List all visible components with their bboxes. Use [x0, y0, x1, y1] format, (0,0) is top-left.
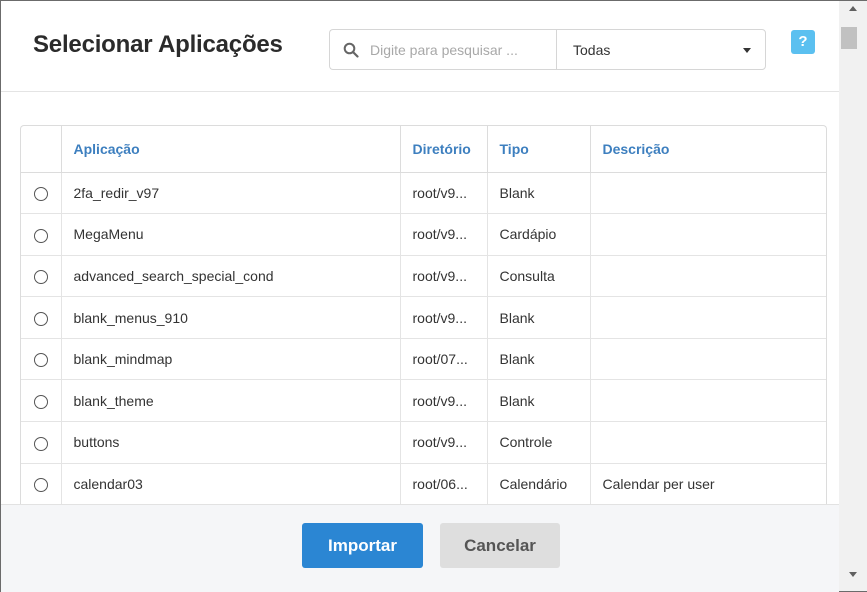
table-header-row: Aplicação Diretório Tipo Descrição: [21, 126, 826, 173]
row-radio[interactable]: [33, 270, 48, 285]
cell-application: buttons: [61, 421, 401, 464]
table-row[interactable]: calendar03 root/06... Calendário Calenda…: [21, 463, 826, 505]
cell-type: Controle: [487, 421, 591, 464]
cell-directory: root/07...: [400, 338, 488, 381]
row-radio[interactable]: [33, 478, 48, 493]
cell-application: blank_theme: [61, 379, 401, 423]
cell-description: [590, 296, 826, 339]
select-applications-dialog: Selecionar Aplicações Todas ?: [0, 0, 867, 592]
dialog-footer: Importar Cancelar: [1, 504, 839, 592]
scroll-down-arrow-icon[interactable]: [849, 572, 857, 577]
cell-application: blank_menus_910: [61, 296, 401, 339]
row-select-cell: [21, 463, 62, 505]
column-header-description[interactable]: Descrição: [590, 126, 826, 173]
column-header-type[interactable]: Tipo: [487, 126, 591, 173]
cell-directory: root/v9...: [400, 255, 488, 298]
cell-application: 2fa_redir_v97: [61, 172, 401, 215]
search-icon: [343, 42, 359, 58]
cell-description: [590, 172, 826, 215]
table-row[interactable]: 2fa_redir_v97 root/v9... Blank: [21, 172, 826, 215]
row-select-cell: [21, 172, 62, 215]
vertical-scrollbar[interactable]: [839, 1, 867, 591]
cell-directory: root/v9...: [400, 172, 488, 215]
cell-directory: root/v9...: [400, 379, 488, 423]
table-row[interactable]: buttons root/v9... Controle: [21, 421, 826, 464]
row-select-cell: [21, 213, 62, 256]
column-header-application[interactable]: Aplicação: [61, 126, 401, 173]
cell-directory: root/v9...: [400, 421, 488, 464]
cell-description: Calendar per user: [590, 463, 826, 505]
import-button[interactable]: Importar: [302, 523, 423, 568]
row-radio[interactable]: [33, 394, 48, 409]
row-radio[interactable]: [33, 186, 48, 201]
cell-description: [590, 255, 826, 298]
applications-table: Aplicação Diretório Tipo Descrição 2fa_r…: [20, 125, 827, 505]
cell-description: [590, 338, 826, 381]
row-radio[interactable]: [33, 436, 48, 451]
row-radio[interactable]: [33, 228, 48, 243]
table-row[interactable]: blank_menus_910 root/v9... Blank: [21, 296, 826, 339]
cancel-button[interactable]: Cancelar: [440, 523, 560, 568]
cell-directory: root/v9...: [400, 213, 488, 256]
cell-directory: root/06...: [400, 463, 488, 505]
filter-select-value: Todas: [573, 42, 611, 58]
help-button[interactable]: ?: [791, 30, 815, 54]
table-row[interactable]: advanced_search_special_cond root/v9... …: [21, 255, 826, 298]
row-radio[interactable]: [33, 311, 48, 326]
cell-directory: root/v9...: [400, 296, 488, 339]
row-select-cell: [21, 338, 62, 381]
cell-description: [590, 421, 826, 464]
cell-description: [590, 213, 826, 256]
chevron-down-icon: [743, 48, 751, 53]
column-header-directory[interactable]: Diretório: [400, 126, 488, 173]
scroll-up-arrow-icon[interactable]: [849, 6, 857, 11]
cell-type: Blank: [487, 296, 591, 339]
page-title: Selecionar Aplicações: [33, 31, 283, 58]
cell-type: Blank: [487, 172, 591, 215]
cell-type: Blank: [487, 379, 591, 423]
cell-application: advanced_search_special_cond: [61, 255, 401, 298]
row-select-cell: [21, 296, 62, 339]
cell-type: Calendário: [487, 463, 591, 505]
cell-application: calendar03: [61, 463, 401, 505]
filter-select[interactable]: Todas: [556, 29, 766, 70]
row-select-cell: [21, 255, 62, 298]
table-row[interactable]: blank_mindmap root/07... Blank: [21, 338, 826, 381]
cell-application: MegaMenu: [61, 213, 401, 256]
row-radio[interactable]: [33, 353, 48, 368]
scroll-thumb[interactable]: [841, 27, 857, 49]
dialog-header: Selecionar Aplicações Todas ?: [1, 1, 839, 92]
table-row[interactable]: MegaMenu root/v9... Cardápio: [21, 213, 826, 256]
search-input[interactable]: [370, 40, 550, 60]
row-select-cell: [21, 421, 62, 464]
column-header-select: [21, 126, 62, 173]
table-row[interactable]: blank_theme root/v9... Blank: [21, 379, 826, 423]
cell-type: Consulta: [487, 255, 591, 298]
search-box[interactable]: [329, 29, 557, 70]
row-select-cell: [21, 379, 62, 423]
cell-type: Blank: [487, 338, 591, 381]
cell-description: [590, 379, 826, 423]
cell-application: blank_mindmap: [61, 338, 401, 381]
cell-type: Cardápio: [487, 213, 591, 256]
